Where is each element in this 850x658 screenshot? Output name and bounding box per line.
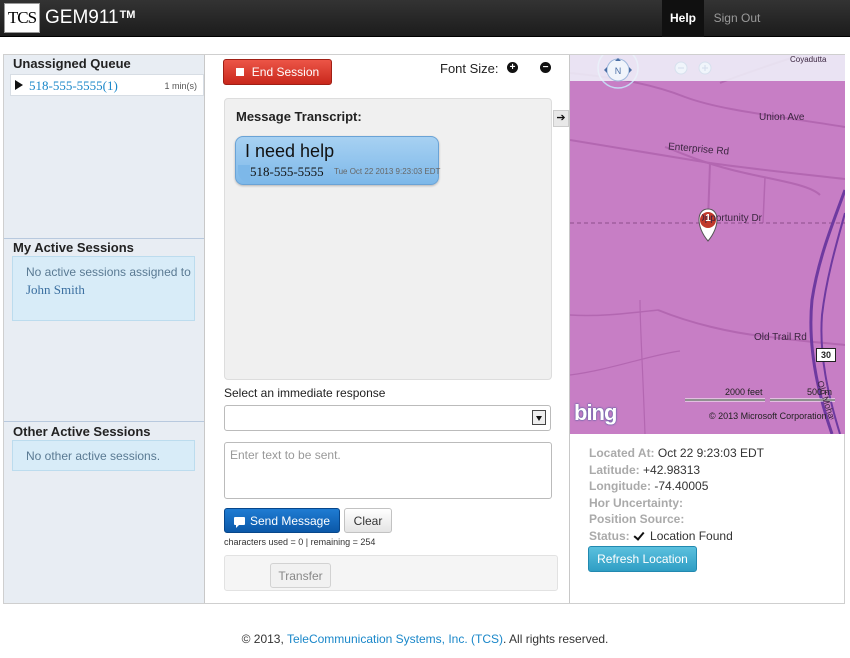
footer-rights: . All rights reserved. xyxy=(503,632,609,646)
longitude-row: Longitude: -74.40005 xyxy=(589,478,764,495)
trademark-mark: TM xyxy=(119,9,136,21)
longitude-value: -74.40005 xyxy=(654,479,709,493)
current-user-name: John Smith xyxy=(26,282,85,297)
queue-item-time: 1 min(s) xyxy=(164,81,197,91)
route-shield: 30 xyxy=(816,348,836,362)
map-pin[interactable]: 1 xyxy=(700,213,716,224)
brand-name: GEM911 xyxy=(45,7,119,28)
location-panel: N Coyadutta Union Ave Enterprise Rd Oppo… xyxy=(569,55,845,603)
my-active-sessions-title: My Active Sessions xyxy=(13,240,134,255)
tcs-logo: TCS xyxy=(4,3,40,33)
chat-bubble-icon xyxy=(233,516,245,528)
end-session-label: End Session xyxy=(251,65,320,79)
queue-item[interactable]: 518-555-5555(1) 1 min(s) xyxy=(10,74,204,96)
my-active-sessions-text: No active sessions assigned to xyxy=(26,265,191,279)
other-active-sessions-box: No other active sessions. xyxy=(12,440,195,471)
refresh-location-button[interactable]: Refresh Location xyxy=(588,546,697,572)
position-source-row: Position Source: xyxy=(589,511,764,528)
main-frame: Unassigned Queue 518-555-5555(1) 1 min(s… xyxy=(3,54,845,604)
my-active-sessions-box: No active sessions assigned to John Smit… xyxy=(12,256,195,321)
checkmark-icon xyxy=(635,530,646,540)
sessions-sidebar: Unassigned Queue 518-555-5555(1) 1 min(s… xyxy=(4,55,205,603)
send-message-label: Send Message xyxy=(249,513,331,528)
expand-arrow-icon[interactable]: ➔ xyxy=(553,110,569,127)
sign-out-link[interactable]: Sign Out xyxy=(705,0,769,37)
road-label-union-ave: Union Ave xyxy=(759,112,805,123)
dropdown-arrow-icon[interactable] xyxy=(532,410,546,425)
message-timestamp: Tue Oct 22 2013 9:23:03 EDT xyxy=(334,167,441,176)
position-source-label: Position Source: xyxy=(589,512,685,526)
end-session-button[interactable]: End Session xyxy=(223,59,332,85)
footer-copyright: © 2013, xyxy=(241,632,284,646)
help-link[interactable]: Help xyxy=(662,0,704,37)
latitude-row: Latitude: +42.98313 xyxy=(589,462,764,479)
message-sender: 518-555-5555 xyxy=(250,164,324,179)
queue-count: (1) xyxy=(102,78,118,93)
immediate-response-select[interactable] xyxy=(224,405,551,431)
map-view[interactable]: N Coyadutta Union Ave Enterprise Rd Oppo… xyxy=(570,55,845,434)
response-select-label: Select an immediate response xyxy=(224,386,386,400)
stop-icon xyxy=(235,68,244,76)
other-active-sessions-title: Other Active Sessions xyxy=(13,424,151,439)
top-navbar: TCS GEM911TM Help Sign Out xyxy=(0,0,850,37)
queue-number-text: 518-555-5555 xyxy=(29,78,103,93)
message-input[interactable] xyxy=(224,442,552,499)
clear-button[interactable]: Clear xyxy=(344,508,392,533)
longitude-label: Longitude: xyxy=(589,479,651,493)
font-size-label: Font Size: xyxy=(440,61,499,76)
bubble-tail xyxy=(238,165,250,183)
section-divider xyxy=(4,238,204,239)
section-divider xyxy=(4,421,204,422)
status-value: Location Found xyxy=(650,528,733,543)
font-decrease-button[interactable]: − xyxy=(540,62,551,73)
app-brand: GEM911TM xyxy=(45,6,135,30)
transcript-title: Message Transcript: xyxy=(236,109,362,124)
hor-uncertainty-label: Hor Uncertainty: xyxy=(589,495,684,510)
status-label: Status: xyxy=(589,528,630,543)
message-transcript: Message Transcript: I need help 518-555-… xyxy=(224,98,552,380)
message-bubble: I need help 518-555-5555 Tue Oct 22 2013… xyxy=(235,136,441,185)
latitude-value: +42.98313 xyxy=(643,462,701,477)
map-copyright: © 2013 Microsoft Corporation xyxy=(709,411,827,421)
character-count: characters used = 0 | remaining = 254 xyxy=(224,537,376,547)
transfer-area: Transfer xyxy=(224,555,558,591)
queue-item-number[interactable]: 518-555-5555(1) xyxy=(29,78,118,94)
send-message-button[interactable]: Send Message xyxy=(224,508,340,533)
scale-feet: 2000 feet xyxy=(725,387,763,397)
font-increase-button[interactable]: + xyxy=(507,62,518,73)
other-active-sessions-text: No other active sessions. xyxy=(26,449,161,463)
latitude-label: Latitude: xyxy=(589,462,640,477)
road-label-coyadutta: Coyadutta xyxy=(790,55,827,64)
compass-icon[interactable]: N xyxy=(598,57,638,82)
located-at-row: Located At: Oct 22 9:23:03 EDT xyxy=(589,445,764,462)
located-at-value: Oct 22 9:23:03 EDT xyxy=(657,446,764,460)
transfer-button[interactable]: Transfer xyxy=(270,563,331,588)
company-link[interactable]: TeleCommunication Systems, Inc. (TCS) xyxy=(287,632,503,646)
message-text: I need help xyxy=(245,141,335,161)
status-row: Status: Location Found xyxy=(589,528,764,545)
footer: © 2013, TeleCommunication Systems, Inc. … xyxy=(0,632,850,646)
road-label-old-trail-rd: Old Trail Rd xyxy=(754,332,807,343)
session-panel: End Session Font Size: + − Message Trans… xyxy=(205,55,569,603)
location-details: Located At: Oct 22 9:23:03 EDT Latitude:… xyxy=(589,445,764,544)
scale-meters: 500 m xyxy=(807,387,833,397)
unassigned-queue-title: Unassigned Queue xyxy=(13,56,131,71)
compass-label: N xyxy=(615,66,622,76)
hor-uncertainty-row: Hor Uncertainty: xyxy=(589,495,764,512)
bing-logo: bing xyxy=(574,400,617,425)
located-at-label: Located At: xyxy=(589,446,655,460)
play-icon xyxy=(15,80,23,90)
